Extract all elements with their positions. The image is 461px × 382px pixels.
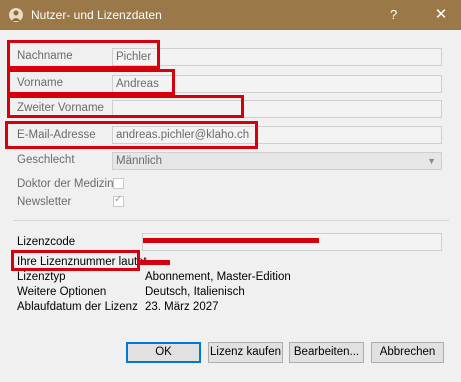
highlight-zweiter-vorname (7, 95, 244, 118)
doktor-checkbox[interactable] (113, 178, 124, 189)
separator (13, 220, 449, 221)
highlight-email (5, 121, 258, 149)
geschlecht-select[interactable]: Männlich ▼ (112, 152, 442, 170)
nachname-field[interactable]: Pichler (112, 48, 442, 66)
checkmark-icon: ✓ (114, 194, 123, 205)
close-button[interactable]: ✕ (429, 4, 453, 26)
lizenzcode-label: Lizenzcode (17, 236, 76, 248)
highlight-nachname (7, 40, 160, 69)
lizenztyp-label: Lizenztyp (17, 271, 66, 283)
redaction-lizenznummer (140, 260, 170, 265)
help-button[interactable]: ? (390, 7, 397, 22)
doktor-label: Doktor der Medizin (17, 178, 114, 190)
newsletter-label: Newsletter (17, 196, 72, 208)
weitere-optionen-value: Deutsch, Italienisch (145, 286, 245, 298)
app-icon (9, 8, 23, 22)
title-bar: Nutzer- und Lizenzdaten ? ✕ (0, 0, 461, 30)
geschlecht-value: Männlich (116, 155, 163, 167)
lizenztyp-value: Abonnement, Master-Edition (145, 271, 291, 283)
newsletter-checkbox[interactable]: ✓ (113, 194, 124, 207)
abbrechen-button[interactable]: Abbrechen (371, 342, 444, 363)
ablaufdatum-label: Ablaufdatum der Lizenz (17, 301, 138, 313)
window-title: Nutzer- und Lizenzdaten (31, 8, 162, 22)
ablaufdatum-value: 23. März 2027 (145, 301, 219, 313)
highlight-vorname (7, 69, 175, 95)
highlight-lizenznummer (11, 250, 140, 271)
weitere-optionen-label: Weitere Optionen (17, 286, 107, 298)
ok-button[interactable]: OK (126, 342, 201, 363)
chevron-down-icon: ▼ (427, 156, 436, 166)
lizenz-kaufen-button[interactable]: Lizenz kaufen (208, 342, 283, 363)
redaction-lizenzcode (143, 238, 319, 243)
bearbeiten-button[interactable]: Bearbeiten... (289, 342, 364, 363)
geschlecht-label: Geschlecht (17, 154, 75, 166)
